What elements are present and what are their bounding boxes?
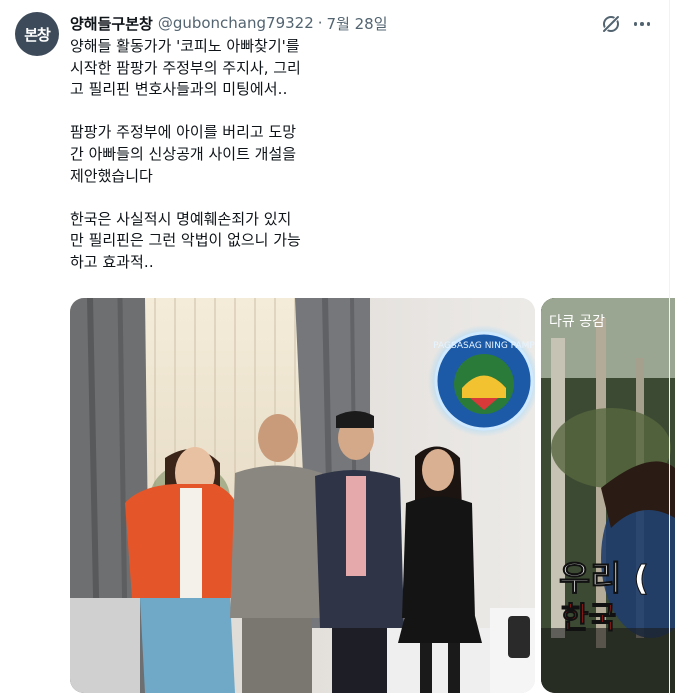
text-line: 하고 효과적‥ xyxy=(70,252,154,271)
author-handle[interactable]: @gubonchang79322 xyxy=(158,14,314,32)
text-line: 간 아빠들의 신상공개 사이트 개설을 xyxy=(70,144,297,163)
seal-text: PAGSASAG NING PAMP xyxy=(433,341,535,351)
tweet-date[interactable]: 7월 28일 xyxy=(327,13,388,34)
text-line: 시작한 팜팡가 주정부의 주지사, 그리 xyxy=(70,58,301,77)
header-separator: · xyxy=(317,14,323,32)
text-line: 제안했습니다 xyxy=(70,166,153,185)
tweet-paragraph: 팜팡가 주정부에 아이를 버리고 도망 간 아빠들의 신상공개 사이트 개설을 … xyxy=(70,122,370,187)
text-line: 팜팡가 주정부에 아이를 버리고 도망 xyxy=(70,123,297,142)
grok-icon[interactable] xyxy=(600,13,622,35)
author-name[interactable]: 양해들구본창 xyxy=(70,13,153,34)
text-line: 만 필리핀은 그런 악법이 없으니 가능 xyxy=(70,231,301,250)
avatar[interactable]: 본창 xyxy=(15,12,59,56)
tweet-photo-2[interactable]: 다큐 공감 우리 ( 한국 xyxy=(541,298,675,693)
tweet-photo-1[interactable]: PAGSASAG NING PAMP xyxy=(70,298,535,693)
documentary-still: 다큐 공감 우리 ( 한국 xyxy=(541,298,675,693)
tweet-paragraph: 한국은 사실적시 명예훼손죄가 있지 만 필리핀은 그런 악법이 없으니 가능 … xyxy=(70,209,370,274)
text-line: 한국은 사실적시 명예훼손죄가 있지 xyxy=(70,209,292,228)
overlay-title-line2: 한국 xyxy=(561,601,616,636)
tweet-paragraph: 양해들 활동가가 '코피노 아빠찾기'를 시작한 팜팡가 주정부의 주지사, 그… xyxy=(70,36,370,101)
tweet-text: 양해들 활동가가 '코피노 아빠찾기'를 시작한 팜팡가 주정부의 주지사, 그… xyxy=(70,36,370,274)
text-line: 고 필리핀 변호사들과의 미팅에서‥ xyxy=(70,80,288,99)
caption-text: 다큐 공감 xyxy=(549,314,605,330)
group-photo: PAGSASAG NING PAMP xyxy=(70,298,535,693)
tweet-header: 양해들구본창 @gubonchang79322 · 7월 28일 xyxy=(70,12,388,34)
timeline-border xyxy=(669,0,670,695)
overlay-title-line1: 우리 ( xyxy=(559,559,649,599)
more-icon[interactable] xyxy=(628,13,656,35)
text-line: 양해들 활동가가 '코피노 아빠찾기'를 xyxy=(70,37,300,55)
